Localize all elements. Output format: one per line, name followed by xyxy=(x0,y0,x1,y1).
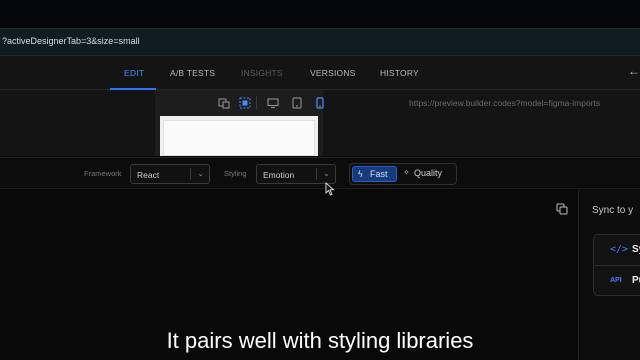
framework-select[interactable]: React ⌄ xyxy=(130,164,210,184)
fast-mode-label: Fast xyxy=(370,169,388,179)
framework-select-value: React xyxy=(137,170,160,180)
api-icon: API xyxy=(610,277,622,284)
publish-option-label[interactable]: Pu xyxy=(632,275,640,286)
select-divider xyxy=(190,168,191,180)
tab-edit[interactable]: EDIT xyxy=(124,68,144,78)
tab-ab-tests[interactable]: A/B TESTS xyxy=(170,68,215,78)
styling-select-value: Emotion xyxy=(263,170,295,180)
code-icon: </> xyxy=(610,244,629,255)
browser-top-strip xyxy=(0,0,640,28)
device-toolbar xyxy=(155,90,326,116)
chevron-down-icon: ⌄ xyxy=(323,169,330,178)
mouse-cursor-icon xyxy=(325,182,335,196)
chevron-down-icon: ⌄ xyxy=(197,169,204,178)
select-divider xyxy=(316,168,317,180)
tab-history[interactable]: HISTORY xyxy=(380,68,419,78)
sync-panel-title: Sync to y xyxy=(592,205,634,216)
lightning-icon: ϟ xyxy=(358,169,363,179)
preview-area: https://preview.builder.codes?model=figm… xyxy=(0,90,640,156)
address-bar[interactable]: ?activeDesignerTab=3&size=small xyxy=(0,28,640,56)
tab-versions[interactable]: VERSIONS xyxy=(310,68,356,78)
sync-option-label[interactable]: Sy xyxy=(632,244,640,255)
card-divider xyxy=(594,265,640,266)
tab-insights[interactable]: INSIGHTS xyxy=(241,68,283,78)
mobile-icon[interactable] xyxy=(314,97,326,109)
fit-screen-icon[interactable] xyxy=(239,97,251,109)
responsive-icon[interactable] xyxy=(218,97,230,109)
quality-mode-label: Quality xyxy=(414,168,443,178)
preview-canvas[interactable] xyxy=(155,116,323,156)
styling-select[interactable]: Emotion ⌄ xyxy=(256,164,336,184)
fast-mode-button[interactable]: ϟ Fast xyxy=(352,166,397,182)
editor-tabs: EDIT A/B TESTS INSIGHTS VERSIONS HISTORY… xyxy=(0,56,640,90)
desktop-icon[interactable] xyxy=(267,97,279,109)
quality-mode-button[interactable]: ✧ Quality xyxy=(401,166,455,182)
video-caption: It pairs well with styling libraries xyxy=(166,328,474,353)
sync-options-card: </> Sy API Pu xyxy=(593,234,640,296)
preview-url: https://preview.builder.codes?model=figm… xyxy=(409,98,601,108)
sparkle-icon: ✧ xyxy=(403,168,410,177)
styling-label: Styling xyxy=(224,169,247,178)
generation-mode-toggle: ϟ Fast ✧ Quality xyxy=(349,163,457,185)
address-bar-url[interactable]: ?activeDesignerTab=3&size=small xyxy=(2,36,140,46)
tablet-icon[interactable] xyxy=(291,97,303,109)
arrow-left-icon[interactable]: ← xyxy=(628,64,640,78)
code-options-bar: Framework React ⌄ Styling Emotion ⌄ ϟ Fa… xyxy=(0,157,640,189)
preview-page xyxy=(163,120,315,156)
copy-icon[interactable] xyxy=(556,203,568,215)
framework-label: Framework xyxy=(84,169,122,178)
device-separator xyxy=(256,96,257,109)
